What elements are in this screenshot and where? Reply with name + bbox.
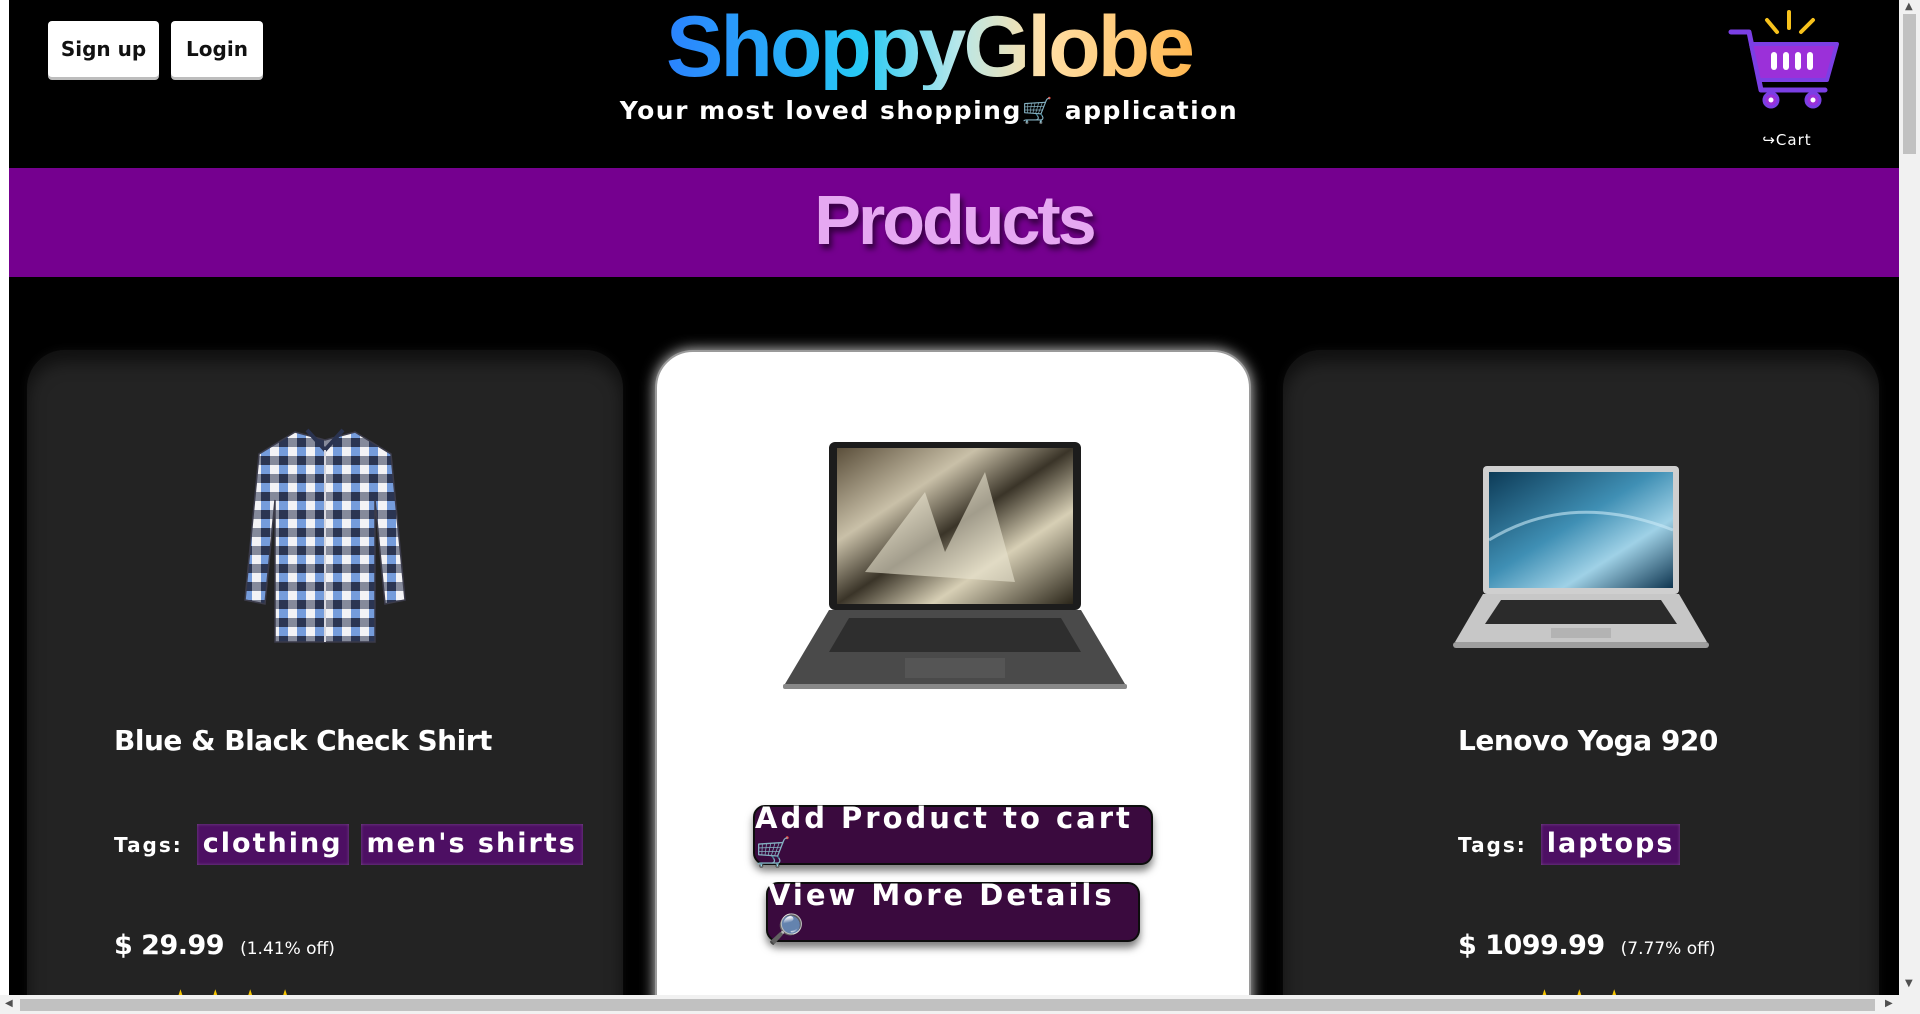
site-tagline: Your most loved shopping🛒 application <box>619 96 1239 125</box>
product-card[interactable]: Blue & Black Check Shirt Tags: clothing … <box>27 350 623 995</box>
horizontal-scrollbar[interactable]: ◀ ▶ <box>0 995 1920 1014</box>
product-discount: (7.77% off) <box>1620 939 1716 959</box>
product-discount: (1.41% off) <box>240 939 335 959</box>
rating-stars: ★★★ <box>1531 984 1636 995</box>
product-card-hovered[interactable]: Add Product to cart🛒 View More Details🔎 <box>655 350 1251 995</box>
shopping-cart-icon <box>1728 10 1839 109</box>
laptop-image <box>1453 466 1709 648</box>
vertical-scroll-thumb[interactable] <box>1903 14 1916 154</box>
product-title[interactable]: Blue & Black Check Shirt <box>114 724 492 757</box>
add-to-cart-button[interactable]: Add Product to cart🛒 <box>753 801 1153 869</box>
product-image[interactable] <box>27 410 623 670</box>
product-tags: Tags: laptops <box>1458 824 1692 865</box>
signup-button[interactable]: Sign up <box>48 21 159 77</box>
scroll-down-icon[interactable]: ▼ <box>1905 978 1913 989</box>
cart-label[interactable]: ↪Cart <box>1727 131 1847 149</box>
site-header: Sign up Login ShoppyGlobe Your most love… <box>9 0 1899 168</box>
cart-link[interactable]: ↪Cart <box>1727 8 1847 156</box>
tag-mens-shirts[interactable]: men's shirts <box>360 824 583 865</box>
page: Sign up Login ShoppyGlobe Your most love… <box>9 0 1899 995</box>
rating-stars: ★★★★ <box>167 984 307 995</box>
product-tags: Tags: clothing men's shirts <box>114 824 595 865</box>
checked-shirt-image <box>244 428 406 643</box>
view-details-button[interactable]: View More Details🔎 <box>766 878 1140 946</box>
tags-label: Tags: <box>114 832 183 857</box>
scroll-left-icon[interactable]: ◀ <box>5 998 13 1009</box>
login-button[interactable]: Login <box>171 21 263 77</box>
product-title[interactable]: Lenovo Yoga 920 <box>1458 724 1718 757</box>
product-price: $ 1099.99 <box>1458 930 1605 961</box>
price-row: $ 29.99 (1.41% off) <box>114 930 335 961</box>
site-logo[interactable]: ShoppyGlobe <box>649 4 1209 90</box>
scroll-right-icon[interactable]: ▶ <box>1885 998 1893 1009</box>
tag-clothing[interactable]: clothing <box>196 824 349 865</box>
price-row: $ 1099.99 (7.77% off) <box>1458 930 1715 961</box>
laptop-image <box>783 442 1127 689</box>
tags-label: Tags: <box>1458 832 1527 857</box>
product-price: $ 29.99 <box>114 930 225 961</box>
products-banner: Products <box>9 168 1899 277</box>
vertical-scrollbar[interactable]: ▲ ▼ <box>1899 0 1920 995</box>
products-heading: Products <box>814 181 1096 259</box>
product-card[interactable]: Lenovo Yoga 920 Tags: laptops $ 1099.99 … <box>1283 350 1879 995</box>
product-image[interactable] <box>1283 430 1879 690</box>
scroll-up-icon[interactable]: ▲ <box>1905 1 1913 12</box>
horizontal-scroll-thumb[interactable] <box>20 999 1875 1011</box>
product-image[interactable] <box>657 432 1249 692</box>
tag-laptops[interactable]: laptops <box>1540 824 1681 865</box>
